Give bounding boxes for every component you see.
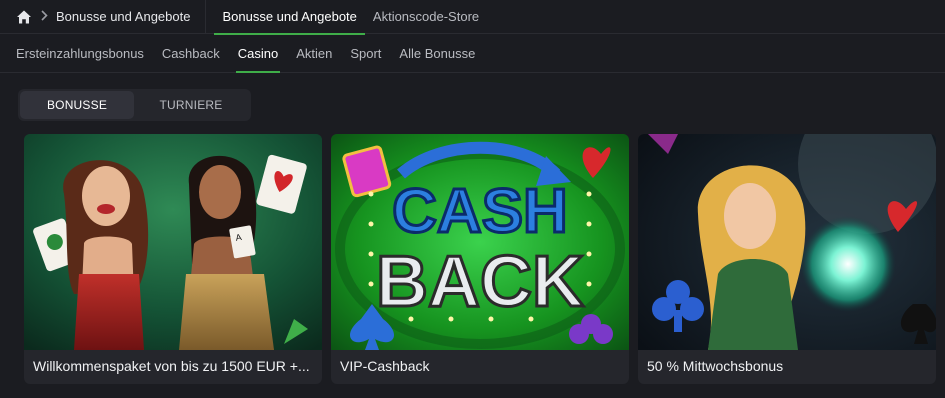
bonus-card-wednesday-bonus[interactable]: 50 % Mittwochsbonus (638, 134, 936, 384)
category-sport[interactable]: Sport (350, 35, 381, 73)
back-logo-text: BACK (376, 242, 584, 322)
bonus-card-welcome-package[interactable]: A Willkommenspaket von bis zu 1500 EUR +… (24, 134, 322, 384)
category-stocks[interactable]: Aktien (296, 35, 332, 73)
segment-bonuses[interactable]: BONUSSE (20, 91, 134, 119)
card-image-welcome: A (24, 134, 322, 350)
home-icon[interactable] (16, 9, 32, 25)
chevron-right-icon (41, 9, 48, 24)
top-bar: Bonusse und Angebote Bonusse und Angebot… (0, 0, 945, 35)
bonus-card-vip-cashback[interactable]: CASH BACK VIP-Cashback (331, 134, 629, 384)
category-all-bonuses[interactable]: Alle Bonusse (399, 35, 475, 73)
bonus-cards: A Willkommenspaket von bis zu 1500 EUR +… (24, 134, 936, 384)
tab-promo-code-store[interactable]: Aktionscode-Store (365, 0, 487, 34)
cash-logo-text: CASH (392, 177, 568, 246)
card-title: Willkommenspaket von bis zu 1500 EUR +..… (33, 358, 310, 374)
category-casino[interactable]: Casino (235, 35, 281, 73)
card-title: 50 % Mittwochsbonus (647, 358, 784, 374)
divider (205, 0, 207, 34)
card-title: VIP-Cashback (340, 358, 430, 374)
category-nav: Ersteinzahlungsbonus Cashback Casino Akt… (0, 35, 945, 73)
breadcrumb-current: Bonusse und Angebote (56, 9, 191, 24)
card-image-cashback: CASH BACK (331, 134, 629, 350)
category-cashback[interactable]: Cashback (162, 35, 220, 73)
bonus-tournament-toggle: BONUSSE TURNIERE (18, 89, 251, 121)
category-first-deposit-bonus[interactable]: Ersteinzahlungsbonus (16, 35, 144, 73)
card-image-wednesday (638, 134, 936, 350)
tab-bonuses-and-offers[interactable]: Bonusse und Angebote (214, 0, 366, 35)
segment-tournaments[interactable]: TURNIERE (134, 91, 248, 119)
